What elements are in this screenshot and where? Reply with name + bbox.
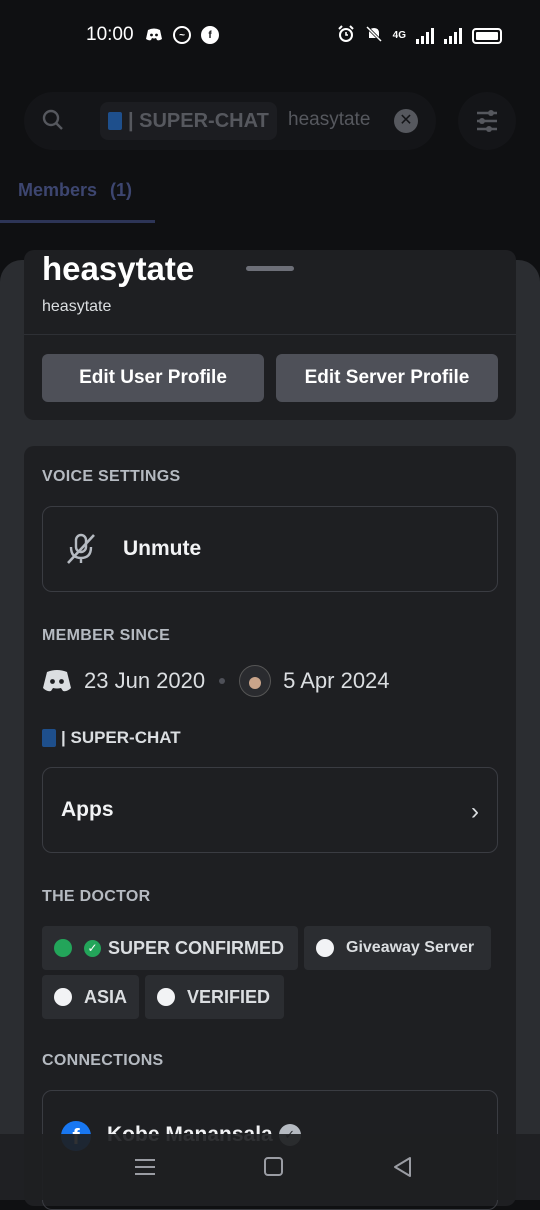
unmute-label: Unmute [123, 537, 202, 560]
apps-label: Apps [61, 798, 114, 821]
back-icon[interactable] [390, 1154, 416, 1180]
unmute-button[interactable]: Unmute [42, 506, 498, 592]
discord-notification-icon [145, 26, 163, 44]
filter-button[interactable] [458, 92, 516, 150]
tab-underline [0, 220, 155, 223]
signal-icon-2 [444, 27, 462, 44]
battery-icon [472, 27, 502, 44]
role-chip[interactable]: Giveaway Server [304, 926, 491, 970]
sheet-drag-handle[interactable] [246, 266, 294, 271]
roles-heading: THE DOCTOR [42, 888, 151, 905]
search-server-chip[interactable]: | SUPER-CHAT [100, 102, 277, 140]
profile-sheet: heasytate heasytate Edit User Profile Ed… [0, 250, 540, 1210]
discord-icon [43, 670, 71, 692]
display-name: heasytate [42, 250, 195, 287]
role-label: VERIFIED [187, 986, 271, 1007]
apps-button[interactable]: Apps › [42, 767, 498, 853]
home-icon[interactable] [261, 1154, 287, 1180]
mic-off-icon [67, 533, 95, 564]
notification-icons: ~ f [145, 26, 219, 44]
server-avatar-icon [239, 665, 272, 697]
search-query[interactable]: heasytate [288, 109, 370, 131]
username: heasytate [42, 298, 112, 315]
search-chip-label: | SUPER-CHAT [128, 110, 269, 132]
role-color-dot [316, 939, 334, 957]
messenger-icon: ~ [173, 26, 191, 44]
role-color-dot [157, 988, 175, 1006]
clear-search-icon[interactable]: ✕ [394, 109, 418, 133]
verified-check-icon: ✓ [84, 939, 101, 957]
alarm-icon [337, 25, 355, 46]
divider [24, 334, 516, 335]
book-icon [42, 729, 56, 747]
role-label: SUPER CONFIRMED [108, 937, 285, 958]
edit-user-profile-button[interactable]: Edit User Profile [42, 354, 264, 402]
facebook-icon: f [201, 26, 219, 44]
network-type: 4G [392, 30, 406, 41]
profile-details-card: VOICE SETTINGS Unmute MEMBER SINCE 23 Ju… [24, 446, 516, 1210]
status-time: 10:00 [86, 24, 134, 45]
profile-header-card: heasytate heasytate Edit User Profile Ed… [24, 250, 516, 420]
tab-members[interactable]: Members (1) [18, 180, 132, 201]
role-label: ASIA [84, 986, 128, 1007]
member-since-heading: MEMBER SINCE [42, 627, 171, 644]
server-name-label: | SUPER-CHAT [61, 728, 181, 747]
search-bar[interactable]: | SUPER-CHAT heasytate ✕ [24, 92, 436, 150]
system-icons: 4G [337, 25, 502, 46]
role-color-dot [54, 939, 72, 957]
separator-dot [219, 678, 226, 684]
edit-server-profile-button[interactable]: Edit Server Profile [276, 354, 498, 402]
filter-icon [477, 110, 497, 132]
role-label: Giveaway Server [346, 939, 475, 956]
system-nav-bar [0, 1134, 540, 1200]
server-name-heading: | SUPER-CHAT [42, 728, 181, 748]
role-color-dot [54, 988, 72, 1006]
role-chip[interactable]: ASIA [42, 975, 139, 1019]
discord-join-date: 23 Jun 2020 [84, 668, 206, 693]
member-since-row: 23 Jun 2020 5 Apr 2024 [42, 664, 390, 698]
mute-icon [365, 25, 383, 46]
chevron-right-icon: › [471, 798, 479, 825]
status-bar: 10:00 ~ f 4G [0, 0, 540, 70]
server-join-date: 5 Apr 2024 [283, 668, 390, 693]
role-chip[interactable]: ✓ SUPER CONFIRMED [42, 926, 298, 970]
role-chip[interactable]: VERIFIED [145, 975, 284, 1019]
members-tab-label: Members [18, 180, 98, 200]
book-icon [108, 112, 122, 130]
search-icon [42, 109, 63, 130]
recent-apps-icon[interactable] [132, 1154, 158, 1180]
voice-settings-heading: VOICE SETTINGS [42, 468, 181, 485]
signal-icon [416, 27, 434, 44]
members-count: (1) [110, 180, 133, 200]
connections-heading: CONNECTIONS [42, 1052, 164, 1069]
